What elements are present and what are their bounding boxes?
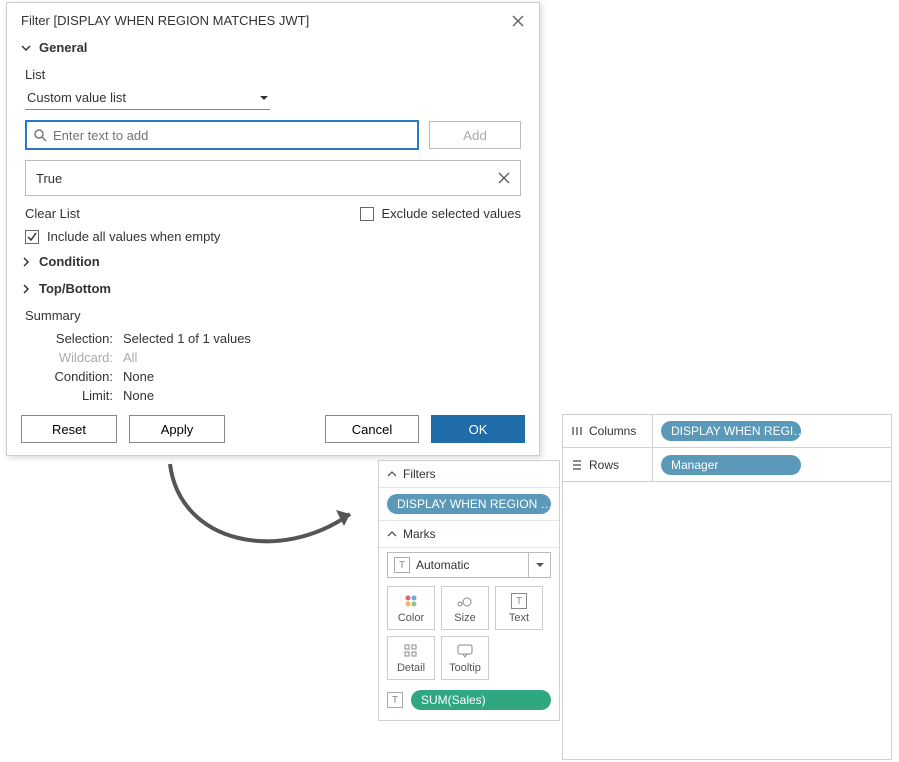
value-item[interactable]: True [36,171,62,186]
ok-button[interactable]: OK [431,415,525,443]
columns-shelf[interactable]: Columns DISPLAY WHEN REGI… [562,414,892,448]
cancel-button[interactable]: Cancel [325,415,419,443]
summary-block: Summary Selection: Selected 1 of 1 values… [7,302,539,407]
section-topbottom-label: Top/Bottom [39,281,111,296]
columns-pill[interactable]: DISPLAY WHEN REGI… [661,421,801,441]
include-empty-label: Include all values when empty [47,229,220,244]
size-mark-button[interactable]: Size [441,586,489,630]
rows-shelf[interactable]: Rows Manager [562,448,892,482]
columns-label: Columns [589,424,636,438]
section-general[interactable]: General [7,36,539,59]
detail-mark-button[interactable]: Detail [387,636,435,680]
marks-label: Marks [403,527,436,541]
summary-limit-value: None [123,388,154,403]
rows-label: Rows [589,458,619,472]
filters-card-header[interactable]: Filters [379,461,559,488]
text-icon: T [511,592,527,610]
detail-label: Detail [397,662,425,674]
text-label: Text [509,612,529,624]
sum-sales-pill[interactable]: SUM(Sales) [411,690,551,710]
color-icon [403,592,419,610]
add-value-input[interactable] [53,128,411,143]
marks-pill-row: T SUM(Sales) [379,684,559,720]
remove-value-icon[interactable] [498,172,510,184]
exclude-checkbox[interactable] [360,207,374,221]
summary-condition-label: Condition: [39,369,113,384]
exclude-label: Exclude selected values [382,206,521,221]
marks-type-value: Automatic [416,558,469,572]
columns-icon [571,425,583,437]
columns-shelf-label-wrap: Columns [563,415,653,447]
list-type-value: Custom value list [27,90,126,105]
dialog-header: Filter [DISPLAY WHEN REGION MATCHES JWT] [7,3,539,36]
chevron-down-icon [387,469,397,479]
chevron-down-icon [387,529,397,539]
viz-canvas[interactable] [562,482,892,760]
detail-icon [404,642,418,660]
exclude-checkbox-row[interactable]: Exclude selected values [360,206,521,221]
cards-panel: Filters DISPLAY WHEN REGION … Marks T Au… [378,460,560,721]
chevron-right-icon [21,284,33,294]
include-empty-checkbox-row[interactable]: Include all values when empty [25,229,521,244]
chevron-right-icon [21,257,33,267]
summary-selection-value: Selected 1 of 1 values [123,331,251,346]
include-empty-checkbox[interactable] [25,230,39,244]
apply-button[interactable]: Apply [129,415,225,443]
reset-button[interactable]: Reset [21,415,117,443]
search-icon [33,128,47,142]
size-label: Size [454,612,475,624]
rows-icon [571,459,583,471]
list-type-dropdown[interactable]: Custom value list [25,86,270,110]
summary-condition-value: None [123,369,154,384]
value-list: True [25,160,521,196]
dialog-buttons: Reset Apply Cancel OK [7,407,539,443]
list-label: List [25,67,521,82]
filters-label: Filters [403,467,436,481]
arrow-annotation [150,454,380,574]
section-condition-label: Condition [39,254,100,269]
marks-type-dropdown[interactable]: T Automatic [387,552,551,578]
add-row: Add [25,120,521,150]
size-icon [456,592,474,610]
color-mark-button[interactable]: Color [387,586,435,630]
section-topbottom[interactable]: Top/Bottom [7,275,539,302]
close-icon[interactable] [511,14,525,28]
shelf-panel: Columns DISPLAY WHEN REGI… Rows Manager [562,414,892,760]
clear-list-link[interactable]: Clear List [25,206,80,221]
marks-card-header[interactable]: Marks [379,521,559,548]
add-value-input-wrap [25,120,419,150]
tooltip-label: Tooltip [449,662,481,674]
rows-pill[interactable]: Manager [661,455,801,475]
caret-down-icon [528,553,550,577]
options-row: Clear List Exclude selected values [25,206,521,221]
tooltip-mark-button[interactable]: Tooltip [441,636,489,680]
general-body: List Custom value list Add True Clear Li [7,59,539,248]
rows-shelf-label-wrap: Rows [563,448,653,481]
color-label: Color [398,612,424,624]
summary-wildcard-label: Wildcard: [39,350,113,365]
dialog-title: Filter [DISPLAY WHEN REGION MATCHES JWT] [21,13,309,28]
chevron-down-icon [21,43,33,53]
summary-heading: Summary [25,308,521,323]
caret-down-icon [260,94,268,102]
text-mark-button[interactable]: T Text [495,586,543,630]
summary-limit-label: Limit: [39,388,113,403]
text-mark-icon: T [394,557,410,573]
filters-card-body: DISPLAY WHEN REGION … [379,488,559,521]
add-button[interactable]: Add [429,121,521,149]
summary-wildcard-value: All [123,350,137,365]
section-condition[interactable]: Condition [7,248,539,275]
section-general-label: General [39,40,87,55]
filter-dialog: Filter [DISPLAY WHEN REGION MATCHES JWT]… [6,2,540,456]
text-mark-icon: T [387,692,403,708]
marks-grid: Color Size T Text Detail Tooltip [379,582,559,684]
summary-selection-label: Selection: [39,331,113,346]
filter-pill[interactable]: DISPLAY WHEN REGION … [387,494,551,514]
tooltip-icon [457,642,473,660]
